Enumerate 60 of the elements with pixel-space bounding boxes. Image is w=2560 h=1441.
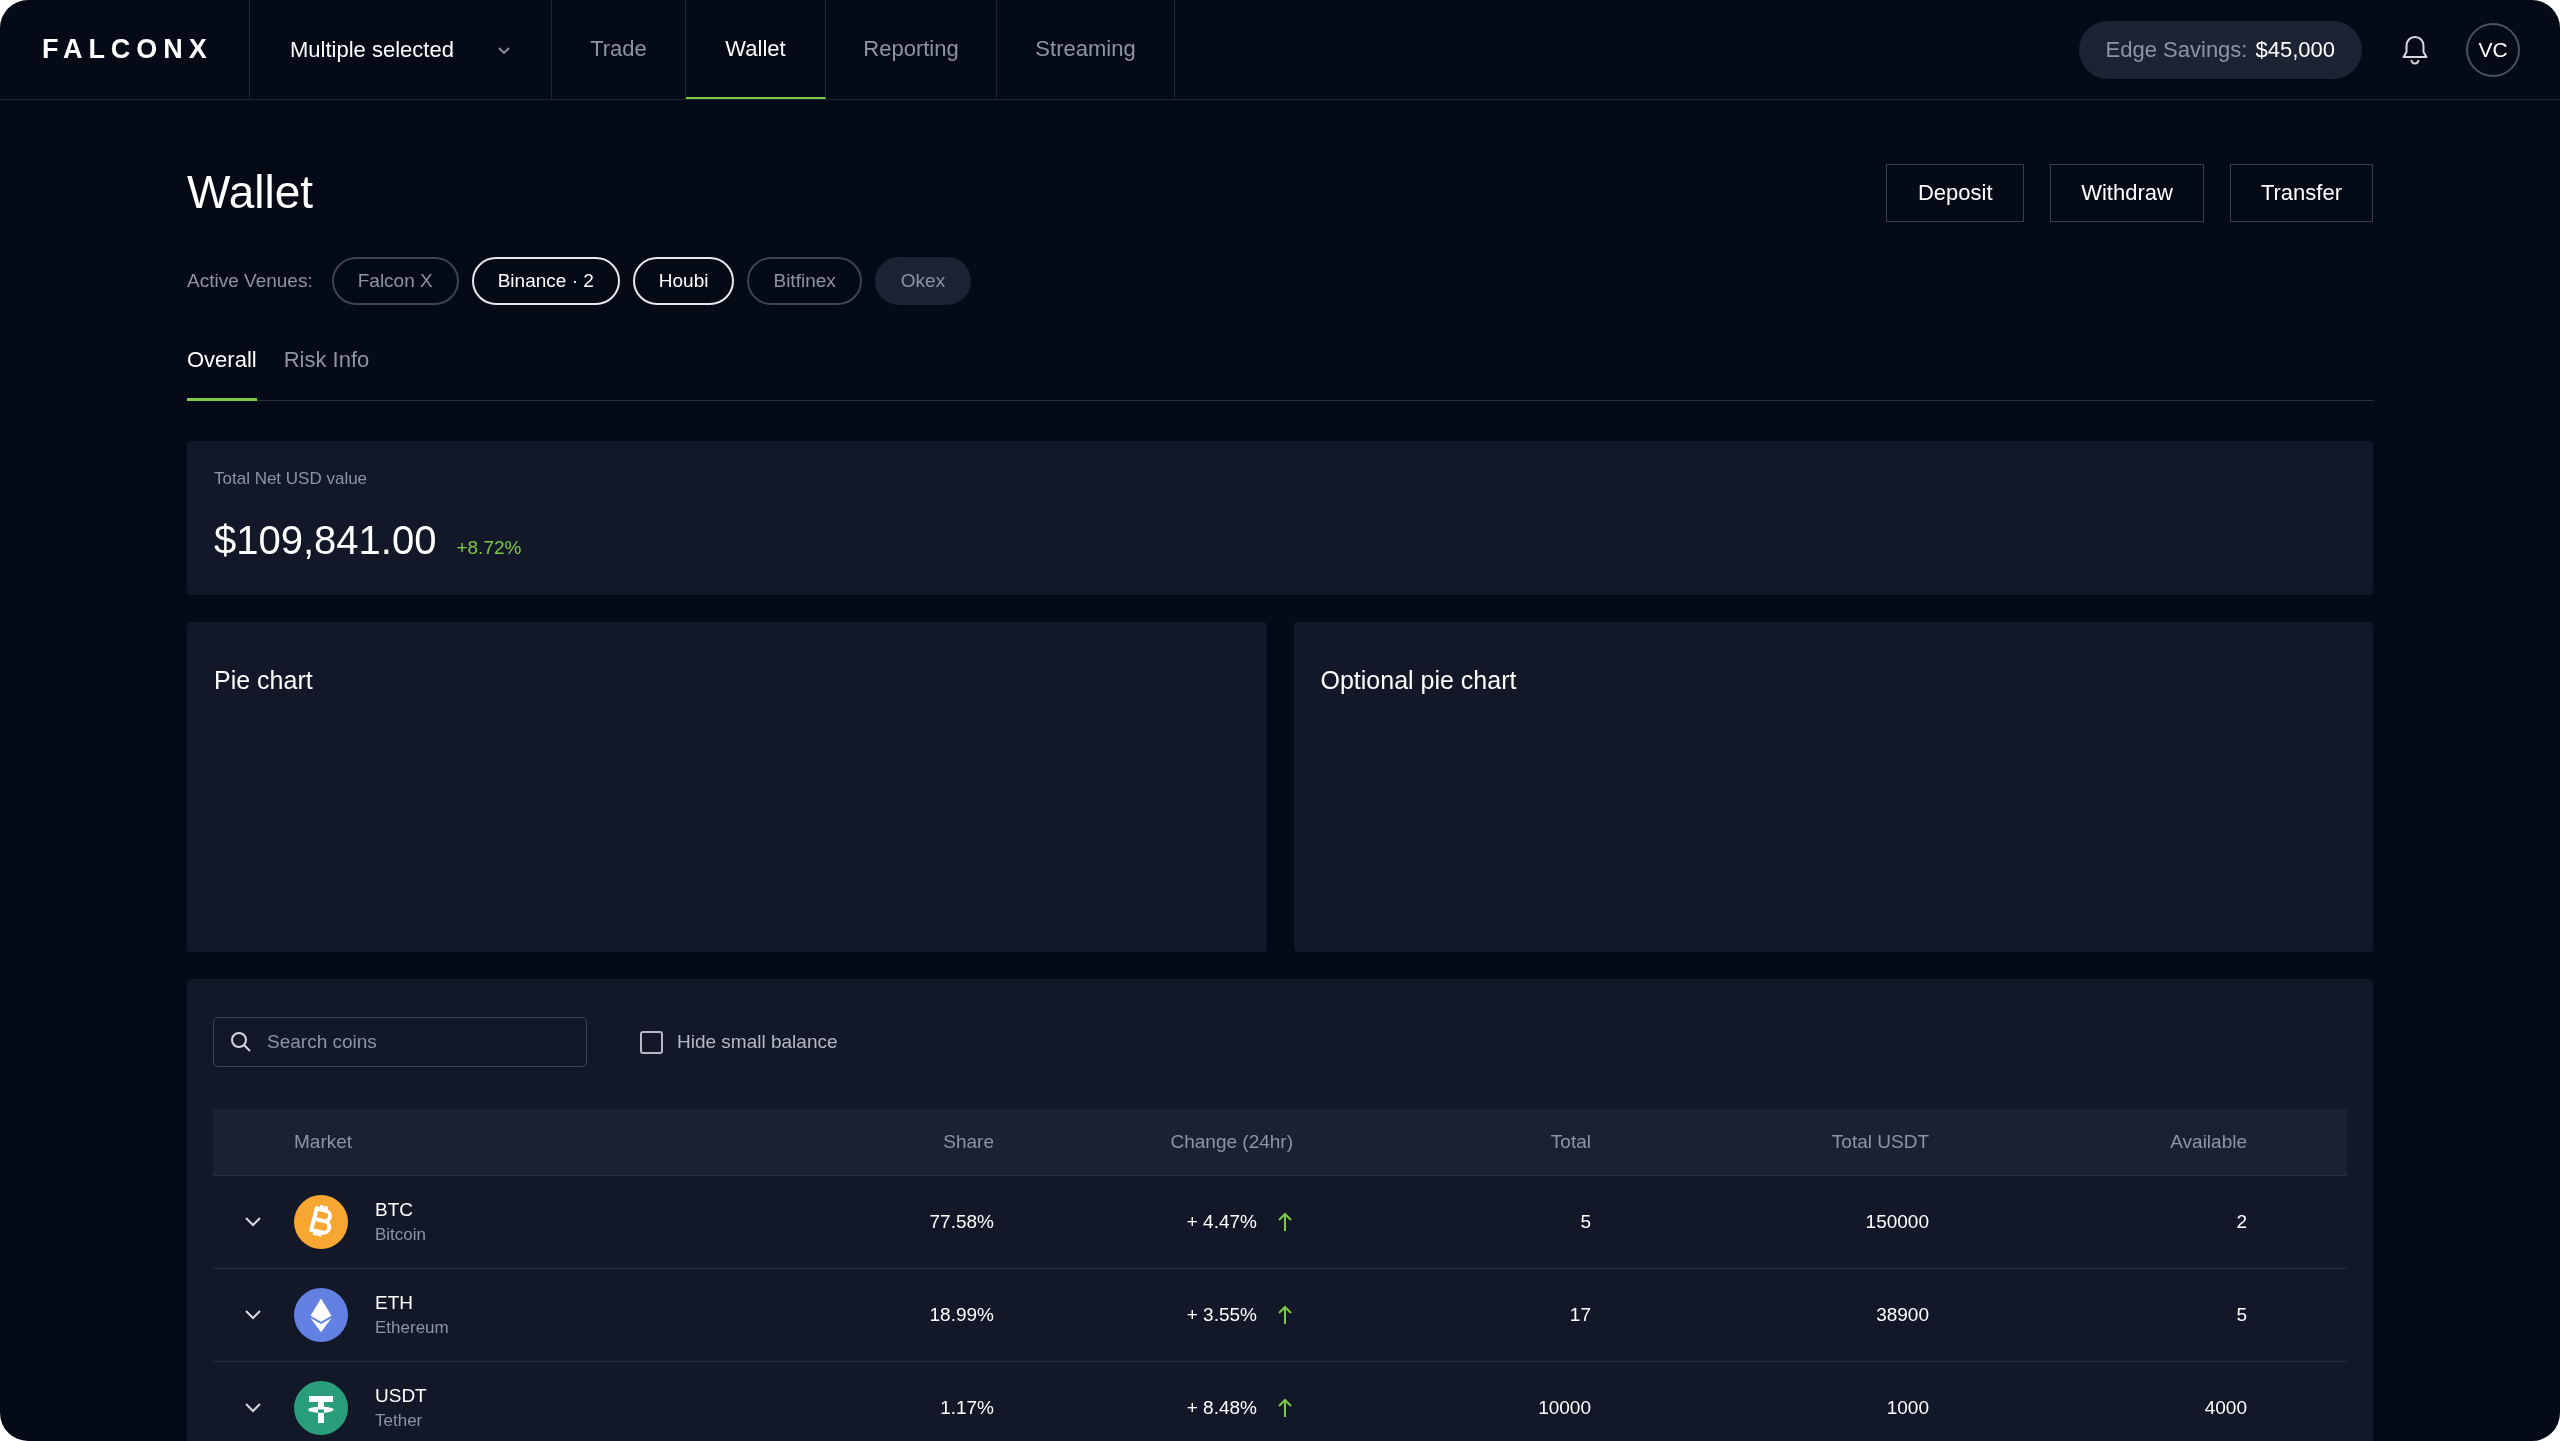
- up-arrow-icon: [1277, 1305, 1293, 1325]
- venue-chip[interactable]: Bitfinex: [747, 257, 862, 305]
- venue-chip[interactable]: Houbi: [632, 257, 735, 305]
- coin-symbol: BTC: [375, 1198, 414, 1222]
- total-cell-text: 5: [1579, 1209, 1591, 1234]
- change-percent: +8.72%: [456, 535, 522, 560]
- user-avatar[interactable]: VC: [2466, 22, 2520, 77]
- caret-icon: [497, 44, 511, 55]
- column-header: Market: [294, 1129, 354, 1154]
- coin-name: Tether: [375, 1410, 424, 1432]
- total-cell-text: 10000: [1537, 1395, 1591, 1420]
- share-cell-text: 18.99%: [928, 1302, 994, 1327]
- up-arrow-icon: [1277, 1398, 1293, 1418]
- checkbox[interactable]: [640, 1030, 663, 1054]
- change-cell-text: + 8.48%: [1186, 1395, 1257, 1420]
- column-header: Total: [1549, 1129, 1591, 1154]
- summary-label: Total Net USD value: [214, 468, 369, 490]
- available-cell-text: 4000: [2203, 1395, 2247, 1420]
- available-cell-text: 5: [2235, 1302, 2247, 1327]
- available-cell-text: 2: [2235, 1209, 2247, 1234]
- nav-tab[interactable]: Wallet: [686, 0, 826, 99]
- up-arrow-icon: [1277, 1212, 1293, 1232]
- total-value: $109,841.00: [214, 516, 437, 564]
- venue-chip[interactable]: Binance · 2: [471, 257, 620, 305]
- savings-value: $45,000: [2255, 36, 2335, 64]
- search-field[interactable]: Search coins: [213, 1017, 587, 1067]
- coin-symbol: USDT: [375, 1384, 427, 1408]
- coin-name: Ethereum: [375, 1317, 449, 1339]
- change-cell-text: + 3.55%: [1186, 1302, 1257, 1327]
- action-button[interactable]: Withdraw: [2050, 163, 2204, 222]
- column-header: Total USDT: [1830, 1129, 1929, 1154]
- nav-tab[interactable]: Streaming: [997, 0, 1175, 99]
- column-header: Share: [942, 1129, 994, 1154]
- nav-tab[interactable]: Reporting: [826, 0, 997, 99]
- coin-symbol: ETH: [375, 1291, 414, 1315]
- logo[interactable]: FALCONX: [42, 29, 213, 70]
- share-cell-text: 77.58%: [928, 1209, 994, 1234]
- action-button[interactable]: Deposit: [1886, 163, 2025, 222]
- action-button[interactable]: Transfer: [2229, 163, 2373, 222]
- total-cell-text: 17: [1568, 1302, 1591, 1327]
- total-usdt-cell-text: 150000: [1864, 1209, 1929, 1234]
- column-header: Available: [2169, 1129, 2247, 1154]
- total-usdt-cell-text: 38900: [1875, 1302, 1929, 1327]
- venue-chip[interactable]: Falcon X: [331, 257, 459, 305]
- change-cell-text: + 4.47%: [1186, 1209, 1257, 1234]
- share-cell-text: 1.17%: [939, 1395, 994, 1420]
- panel-title: Optional pie chart: [1320, 665, 1518, 696]
- total-usdt-cell-text: 1000: [1885, 1395, 1929, 1420]
- venues-label: Active Venues:: [187, 268, 313, 293]
- column-header: Change (24hr): [1169, 1129, 1293, 1154]
- savings-label: Edge Savings:: [2105, 36, 2248, 64]
- search-icon: [229, 1030, 253, 1054]
- page-tab[interactable]: Overall: [187, 343, 257, 401]
- coin-name: Bitcoin: [375, 1224, 427, 1246]
- panel-title: Pie chart: [214, 665, 314, 696]
- page-title: Wallet: [187, 165, 314, 220]
- nav-tab[interactable]: Trade: [552, 0, 686, 99]
- page-tab[interactable]: Risk Info: [283, 343, 370, 401]
- checkbox-label: Hide small balance: [677, 1029, 838, 1054]
- account-selector[interactable]: Multiple selected: [250, 0, 552, 99]
